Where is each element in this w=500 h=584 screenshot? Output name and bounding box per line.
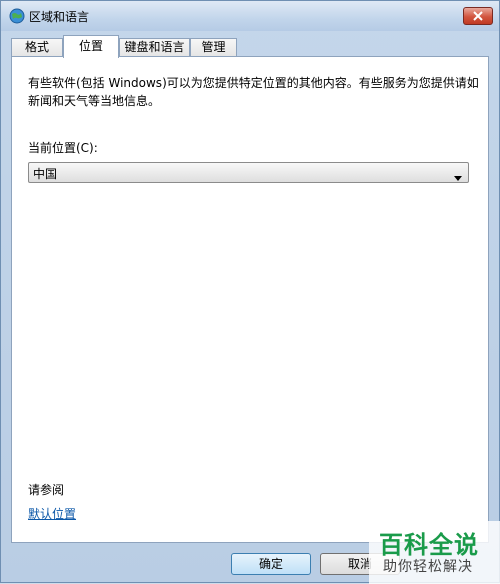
close-button[interactable] — [463, 7, 493, 25]
current-location-value: 中国 — [33, 167, 58, 181]
dialog-window: 区域和语言 格式 位置 键盘和语言 管理 有些软件(包括 Windows)可以为… — [0, 0, 500, 584]
watermark: 百科全说 助你轻松解决 — [369, 521, 500, 584]
title-bar[interactable]: 区域和语言 — [1, 1, 499, 31]
close-icon — [473, 11, 483, 21]
see-also-label: 请参阅 — [28, 483, 65, 497]
watermark-title: 百科全说 — [379, 531, 479, 559]
window-title: 区域和语言 — [29, 10, 90, 24]
tab-keyboard-language[interactable]: 键盘和语言 — [119, 38, 190, 57]
default-location-link[interactable]: 默认位置 — [28, 505, 76, 522]
location-panel: 有些软件(包括 Windows)可以为您提供特定位置的其他内容。有些服务为您提供… — [11, 56, 489, 543]
tab-administrative[interactable]: 管理 — [190, 38, 237, 57]
current-location-select[interactable]: 中国 — [28, 162, 469, 183]
tab-format[interactable]: 格式 — [11, 38, 63, 57]
globe-icon — [9, 8, 25, 24]
tab-location[interactable]: 位置 — [63, 35, 119, 58]
ok-button[interactable]: 确定 — [231, 553, 311, 575]
location-description: 有些软件(包括 Windows)可以为您提供特定位置的其他内容。有些服务为您提供… — [28, 76, 479, 108]
chevron-down-icon — [454, 170, 462, 184]
current-location-label: 当前位置(C): — [28, 141, 98, 155]
watermark-subtitle: 助你轻松解决 — [383, 559, 473, 575]
